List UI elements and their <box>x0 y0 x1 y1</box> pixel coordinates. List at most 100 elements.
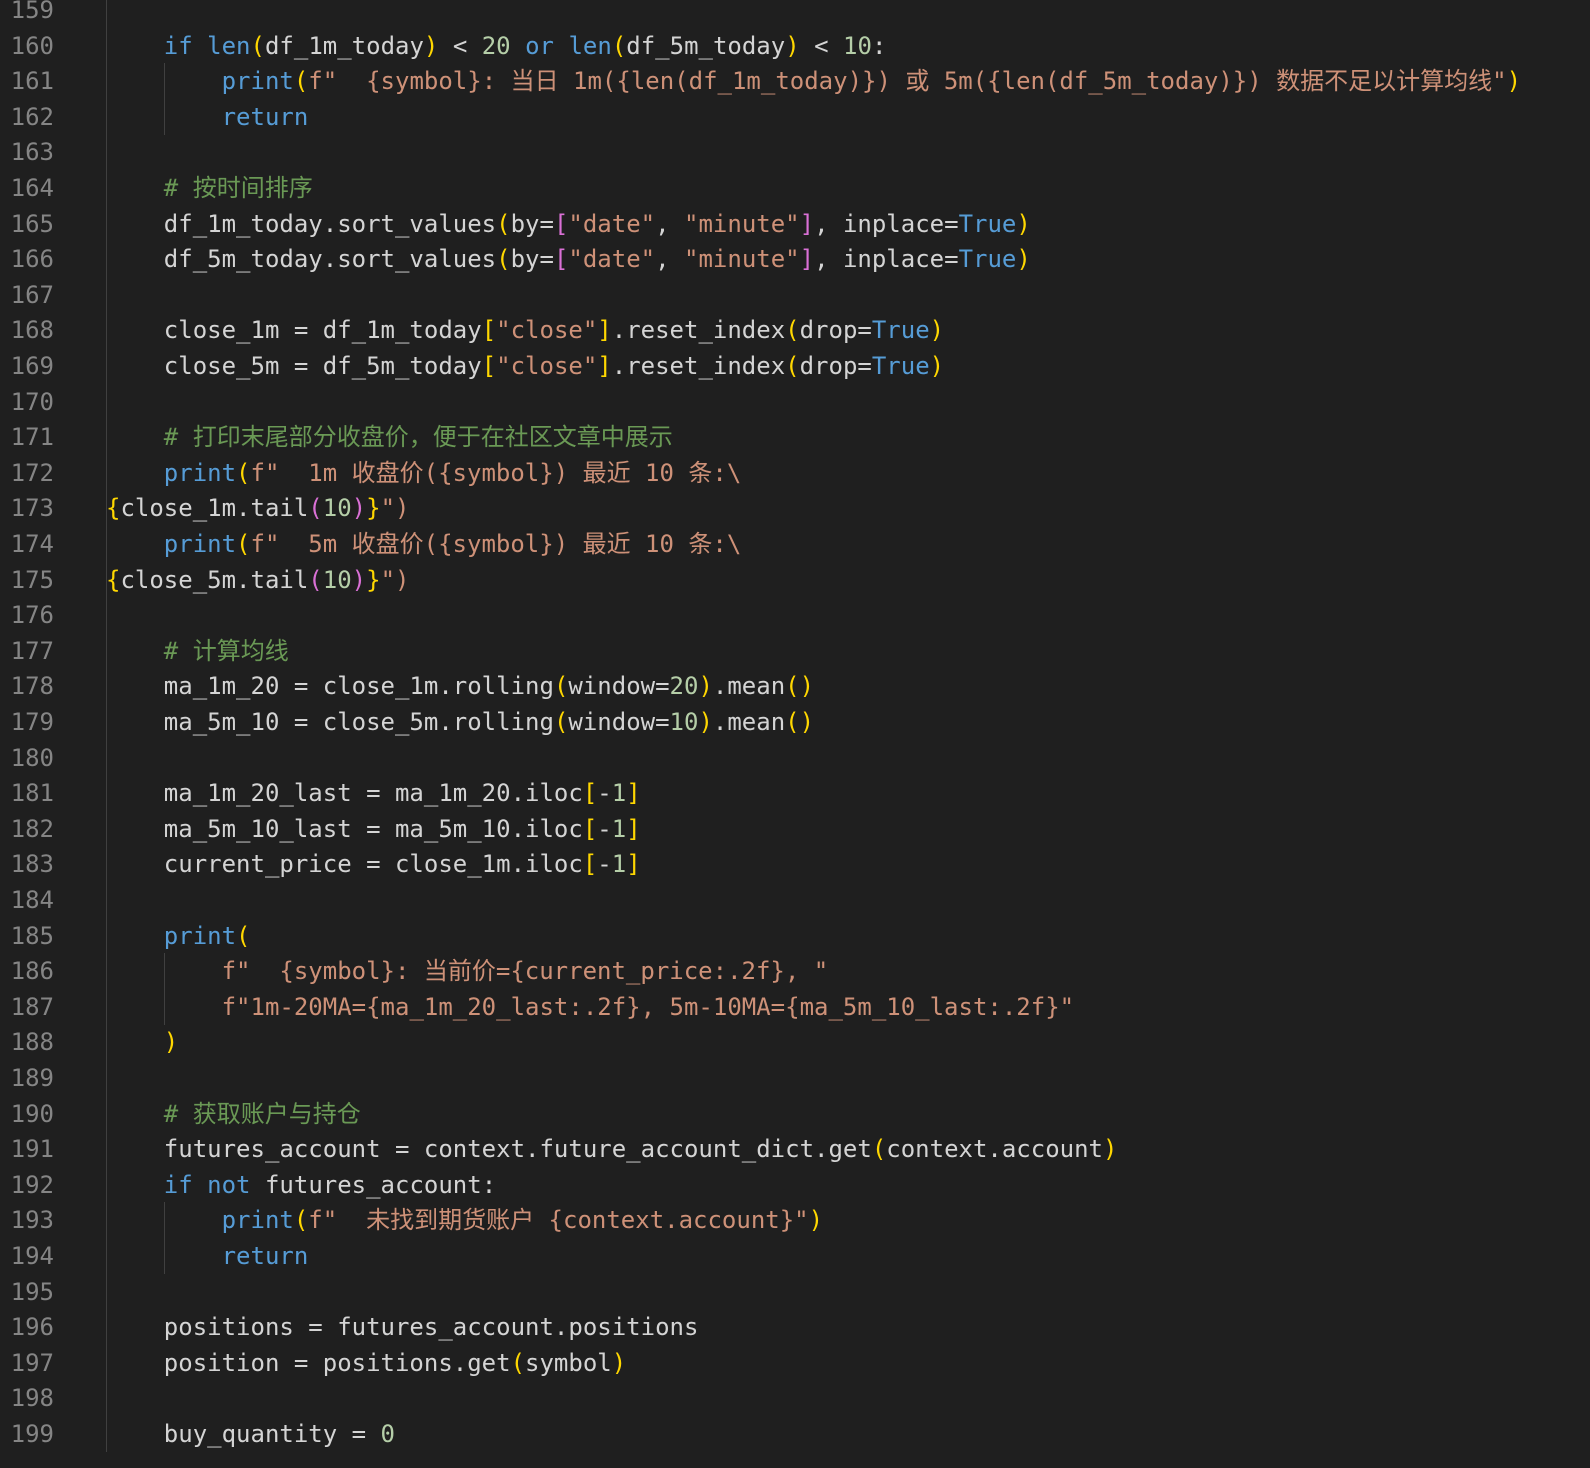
code-text[interactable]: if len(df_1m_today) < 20 or len(df_5m_to… <box>106 28 887 64</box>
code-text[interactable]: current_price = close_1m.iloc[-1] <box>106 846 641 882</box>
code-line[interactable]: 196 positions = futures_account.position… <box>0 1309 1590 1346</box>
code-text[interactable]: close_1m = df_1m_today["close"].reset_in… <box>106 312 944 348</box>
code-line[interactable]: 177 # 计算均线 <box>0 632 1590 669</box>
code-text[interactable]: futures_account = context.future_account… <box>106 1131 1118 1167</box>
code-line[interactable]: 191 futures_account = context.future_acc… <box>0 1131 1590 1168</box>
code-line[interactable]: 174 print(f" 5m 收盘价({symbol}) 最近 10 条:\ <box>0 526 1590 562</box>
code-text[interactable]: {close_1m.tail(10)}") <box>106 490 409 526</box>
code-line[interactable]: 193 print(f" 未找到期货账户 {context.account}") <box>0 1202 1590 1239</box>
code-line[interactable]: 188 ) <box>0 1024 1590 1061</box>
line-number: 168 <box>10 316 54 345</box>
code-text[interactable]: close_5m = df_5m_today["close"].reset_in… <box>106 348 944 384</box>
code-line[interactable]: 161 print(f" {symbol}: 当日 1m({len(df_1m_… <box>0 63 1590 100</box>
code-line[interactable]: 173 {close_1m.tail(10)}") <box>0 490 1590 527</box>
line-number: 164 <box>10 174 54 202</box>
code-text[interactable]: ma_5m_10_last = ma_5m_10.iloc[-1] <box>106 811 641 847</box>
indent-guide <box>106 1060 107 1096</box>
line-number: 160 <box>10 31 54 60</box>
code-text[interactable]: print(f" 5m 收盘价({symbol}) 最近 10 条:\ <box>106 526 742 562</box>
line-number: 163 <box>10 138 54 167</box>
indent-guide <box>106 597 107 634</box>
code-line[interactable]: 170 <box>0 383 1590 420</box>
code-text[interactable]: ma_5m_10 = close_5m.rolling(window=10).m… <box>106 704 814 740</box>
code-line[interactable]: 175 {close_5m.tail(10)}") <box>0 561 1590 598</box>
code-text[interactable]: {close_5m.tail(10)}") <box>106 562 409 598</box>
line-number: 172 <box>10 458 54 487</box>
code-line[interactable]: 172 print(f" 1m 收盘价({symbol}) 最近 10 条:\ <box>0 454 1590 491</box>
code-line[interactable]: 169 close_5m = df_5m_today["close"].rese… <box>0 348 1590 384</box>
code-line[interactable]: 194 return <box>0 1238 1590 1274</box>
code-line[interactable]: 189 <box>0 1060 1590 1096</box>
code-text[interactable]: # 计算均线 <box>106 633 289 669</box>
line-number: 179 <box>10 708 54 736</box>
code-line[interactable]: 195 <box>0 1273 1590 1310</box>
code-line[interactable]: 171 # 打印末尾部分收盘价，便于在社区文章中展示 <box>0 419 1590 456</box>
line-number: 171 <box>10 423 54 452</box>
code-line[interactable]: 184 <box>0 882 1590 918</box>
code-text[interactable]: position = positions.get(symbol) <box>106 1345 626 1381</box>
code-text[interactable]: buy_quantity = 0 <box>106 1416 395 1452</box>
indent-guide <box>106 0 107 28</box>
code-text[interactable]: df_5m_today.sort_values(by=["date", "min… <box>106 241 1031 277</box>
line-number: 189 <box>10 1064 54 1092</box>
code-line[interactable]: 167 <box>0 276 1590 313</box>
code-text[interactable]: # 获取账户与持仓 <box>106 1096 361 1132</box>
code-line[interactable]: 185 print( <box>0 917 1590 954</box>
line-number: 161 <box>10 67 54 96</box>
code-text[interactable]: f"1m-20MA={ma_1m_20_last:.2f}, 5m-10MA={… <box>106 989 1075 1025</box>
code-text[interactable]: positions = futures_account.positions <box>106 1309 699 1345</box>
code-text[interactable]: # 打印末尾部分收盘价，便于在社区文章中展示 <box>106 419 673 455</box>
code-text[interactable]: print( <box>106 918 251 954</box>
code-line[interactable]: 164 # 按时间排序 <box>0 170 1590 206</box>
line-number: 183 <box>10 850 54 879</box>
line-number: 181 <box>10 779 54 808</box>
code-line[interactable]: 168 close_1m = df_1m_today["close"].rese… <box>0 312 1590 349</box>
code-editor[interactable]: 159 160 if len(df_1m_today) < 20 or len(d… <box>0 0 1590 1468</box>
code-line[interactable]: 163 <box>0 134 1590 171</box>
indent-guide <box>106 1380 107 1417</box>
line-number: 174 <box>10 530 54 558</box>
indent-guide <box>106 1273 107 1310</box>
code-text[interactable]: ma_1m_20_last = ma_1m_20.iloc[-1] <box>106 775 641 811</box>
code-text[interactable]: f" {symbol}: 当前价={current_price:.2f}, " <box>106 953 829 989</box>
code-text[interactable]: if not futures_account: <box>106 1167 496 1203</box>
code-line[interactable]: 159 <box>0 0 1590 28</box>
line-number: 198 <box>10 1384 54 1413</box>
code-line[interactable]: 192 if not futures_account: <box>0 1166 1590 1203</box>
code-text[interactable]: return <box>106 99 309 135</box>
code-line[interactable]: 166 df_5m_today.sort_values(by=["date", … <box>0 241 1590 278</box>
code-text[interactable]: print(f" 未找到期货账户 {context.account}") <box>106 1202 824 1238</box>
line-number: 193 <box>10 1206 54 1235</box>
code-line[interactable]: 186 f" {symbol}: 当前价={current_price:.2f}… <box>0 953 1590 990</box>
code-text[interactable]: ) <box>106 1024 178 1060</box>
line-number: 182 <box>10 814 54 843</box>
code-line[interactable]: 190 # 获取账户与持仓 <box>0 1095 1590 1132</box>
line-number: 178 <box>10 672 54 701</box>
line-number: 159 <box>10 0 54 24</box>
code-text[interactable]: return <box>106 1238 309 1274</box>
code-line[interactable]: 179 ma_5m_10 = close_5m.rolling(window=1… <box>0 704 1590 740</box>
code-line[interactable]: 165 df_1m_today.sort_values(by=["date", … <box>0 205 1590 242</box>
code-text[interactable]: ma_1m_20 = close_1m.rolling(window=20).m… <box>106 668 814 704</box>
code-line[interactable]: 199 buy_quantity = 0 <box>0 1416 1590 1452</box>
code-line[interactable]: 187 f"1m-20MA={ma_1m_20_last:.2f}, 5m-10… <box>0 988 1590 1025</box>
code-line[interactable]: 181 ma_1m_20_last = ma_1m_20.iloc[-1] <box>0 775 1590 812</box>
code-line[interactable]: 176 <box>0 597 1590 634</box>
indent-guide <box>106 739 107 776</box>
code-line[interactable]: 183 current_price = close_1m.iloc[-1] <box>0 846 1590 883</box>
code-text[interactable]: # 按时间排序 <box>106 170 313 206</box>
line-number: 180 <box>10 743 54 772</box>
code-line[interactable]: 178 ma_1m_20 = close_1m.rolling(window=2… <box>0 668 1590 705</box>
code-line[interactable]: 180 <box>0 739 1590 776</box>
code-line[interactable]: 162 return <box>0 98 1590 135</box>
code-line[interactable]: 160 if len(df_1m_today) < 20 or len(df_5… <box>0 27 1590 64</box>
code-text[interactable]: print(f" {symbol}: 当日 1m({len(df_1m_toda… <box>106 63 1521 99</box>
line-number: 186 <box>10 957 54 986</box>
line-number: 188 <box>10 1028 54 1057</box>
code-text[interactable]: print(f" 1m 收盘价({symbol}) 最近 10 条:\ <box>106 455 742 491</box>
code-text[interactable]: df_1m_today.sort_values(by=["date", "min… <box>106 206 1031 242</box>
line-number: 191 <box>10 1135 54 1164</box>
code-line[interactable]: 197 position = positions.get(symbol) <box>0 1344 1590 1381</box>
code-line[interactable]: 182 ma_5m_10_last = ma_5m_10.iloc[-1] <box>0 810 1590 847</box>
code-line[interactable]: 198 <box>0 1380 1590 1417</box>
